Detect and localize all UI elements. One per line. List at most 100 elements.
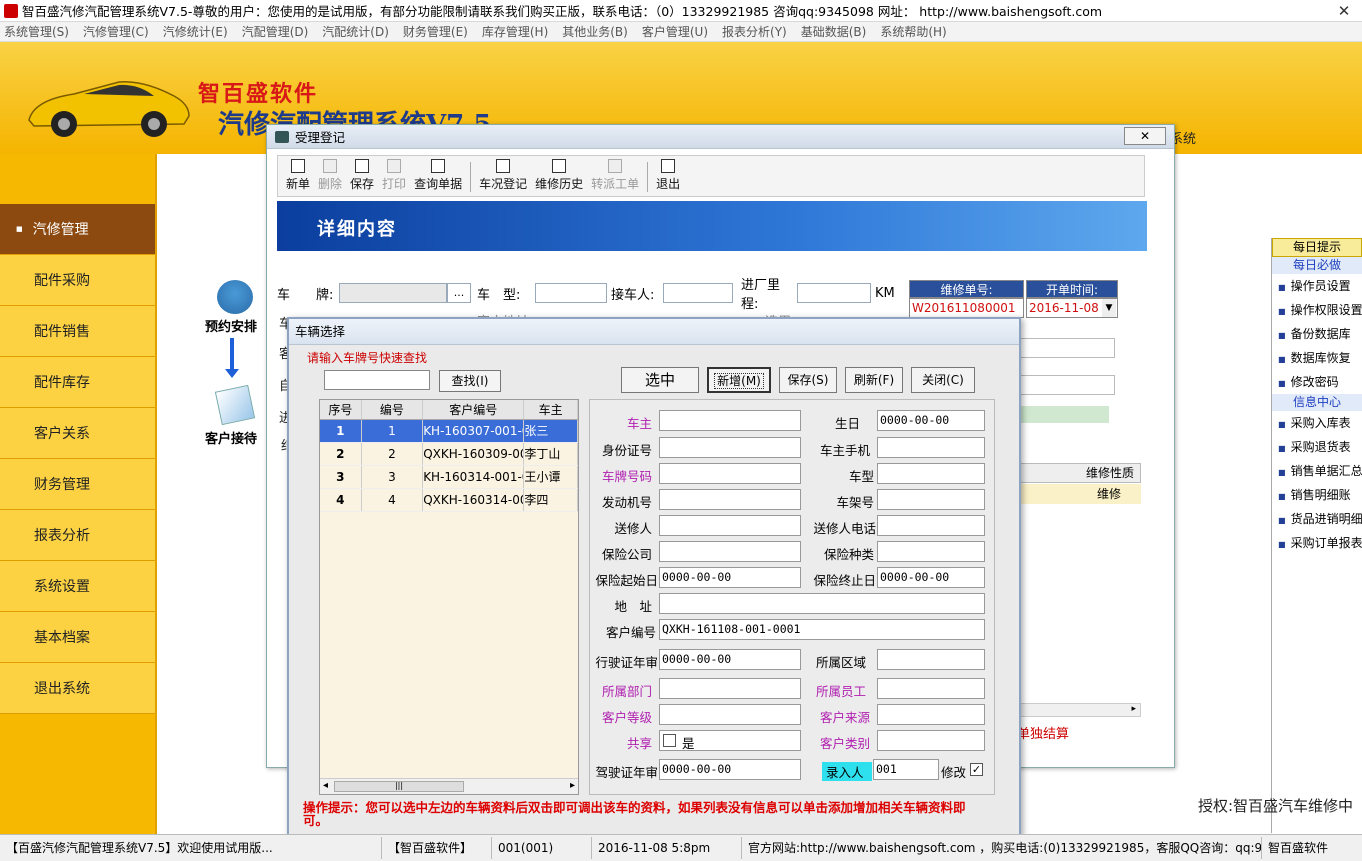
sidebar-item-archives[interactable]: 基本档案 <box>0 612 155 663</box>
repair-type-cell[interactable]: 维修 <box>1017 484 1141 504</box>
link-purchase-in[interactable]: 采购入库表 <box>1272 411 1362 435</box>
link-sales-summary[interactable]: 销售单据汇总 <box>1272 459 1362 483</box>
print-button[interactable]: 打印 <box>378 159 410 196</box>
driver-review-field[interactable]: 0000-00-00 <box>659 759 801 780</box>
car-condition-button[interactable]: 车况登记 <box>475 159 531 196</box>
col-no[interactable]: 编号 <box>362 400 424 419</box>
sidebar-item-reports[interactable]: 报表分析 <box>0 510 155 561</box>
delete-button[interactable]: 删除 <box>314 159 346 196</box>
insurance-type-field[interactable] <box>877 541 985 562</box>
link-sales-detail[interactable]: 销售明细账 <box>1272 483 1362 507</box>
menu-customer[interactable]: 客户管理(U) <box>642 23 708 40</box>
menu-parts-stats[interactable]: 汽配统计(D) <box>322 23 389 40</box>
registration-close-button[interactable]: ✕ <box>1124 127 1166 145</box>
sidebar-item-exit[interactable]: 退出系统 <box>0 663 155 714</box>
link-restore-db[interactable]: 数据库恢复 <box>1272 346 1362 370</box>
plate-field[interactable] <box>339 283 447 303</box>
save-dialog-button[interactable]: 保存(S) <box>779 367 837 393</box>
link-operator-settings[interactable]: 操作员设置 <box>1272 274 1362 298</box>
link-change-password[interactable]: 修改密码 <box>1272 370 1362 394</box>
menu-repair-stats[interactable]: 汽修统计(E) <box>163 23 228 40</box>
staff-field[interactable] <box>877 678 985 699</box>
list-horizontal-scrollbar[interactable]: ◂ ||| ▸ <box>320 778 578 794</box>
model-field[interactable] <box>535 283 607 303</box>
department-field[interactable] <box>659 678 801 699</box>
col-seq[interactable]: 序号 <box>320 400 362 419</box>
close-icon[interactable]: ✕ <box>1332 2 1356 20</box>
add-button[interactable]: 新增(M) <box>707 367 771 393</box>
sidebar-item-customer[interactable]: 客户关系 <box>0 408 155 459</box>
engine-no-field[interactable] <box>659 489 801 510</box>
menu-repair[interactable]: 汽修管理(C) <box>83 23 149 40</box>
link-purchase-order-report[interactable]: 采购订单报表 <box>1272 531 1362 555</box>
menu-inventory[interactable]: 库存管理(H) <box>482 23 548 40</box>
sidebar-item-stock[interactable]: 配件库存 <box>0 357 155 408</box>
plate-search-input[interactable] <box>324 370 430 390</box>
plate-no-field[interactable] <box>659 463 801 484</box>
scroll-left-icon[interactable]: ◂ <box>323 780 328 791</box>
grid-scrollbar[interactable]: ▸ <box>1017 703 1141 717</box>
select-button[interactable]: 选中 <box>621 367 699 393</box>
query-button[interactable]: 查询单据 <box>410 159 466 196</box>
sidebar-item-repair[interactable]: 汽修管理 <box>0 204 155 255</box>
sidebar-item-sales[interactable]: 配件销售 <box>0 306 155 357</box>
table-row[interactable]: 2 2 QXKH-160309-00 李丁山 <box>320 443 578 466</box>
new-button[interactable]: 新单 <box>282 159 314 196</box>
sender-field[interactable] <box>659 515 801 536</box>
birthday-field[interactable]: 0000-00-00 <box>877 410 985 431</box>
dispatch-button[interactable]: 转派工单 <box>587 159 643 196</box>
owner-field[interactable] <box>659 410 801 431</box>
car-model-field[interactable] <box>877 463 985 484</box>
table-row[interactable]: 3 3 KH-160314-001-0 王小谭 <box>320 466 578 489</box>
frame-no-field[interactable] <box>877 489 985 510</box>
license-review-field[interactable]: 0000-00-00 <box>659 649 801 670</box>
modify-checkbox[interactable]: ✓ <box>970 763 983 776</box>
entered-by-field[interactable]: 001 <box>873 759 939 780</box>
menu-system[interactable]: 系统管理(S) <box>4 23 69 40</box>
customer-no-field[interactable]: QXKH-161108-001-0001 <box>659 619 985 640</box>
sidebar-item-purchase[interactable]: 配件采购 <box>0 255 155 306</box>
remark-field-2[interactable] <box>1007 375 1115 395</box>
insurance-start-field[interactable]: 0000-00-00 <box>659 567 801 588</box>
customer-type-field[interactable] <box>877 730 985 751</box>
close-dialog-button[interactable]: 关闭(C) <box>911 367 975 393</box>
mileage-field[interactable] <box>797 283 871 303</box>
menu-help[interactable]: 系统帮助(H) <box>880 23 946 40</box>
insurance-company-field[interactable] <box>659 541 801 562</box>
col-owner[interactable]: 车主 <box>524 400 578 419</box>
exit-button[interactable]: 退出 <box>652 159 684 196</box>
flow-reception[interactable]: 客户接待 <box>205 384 265 447</box>
scroll-thumb[interactable]: ||| <box>334 781 464 792</box>
plate-lookup-button[interactable]: ... <box>447 283 471 303</box>
chevron-down-icon[interactable]: ▼ <box>1102 299 1116 317</box>
menu-finance[interactable]: 财务管理(E) <box>403 23 468 40</box>
insurance-end-field[interactable]: 0000-00-00 <box>877 567 985 588</box>
link-permission-settings[interactable]: 操作权限设置 <box>1272 298 1362 322</box>
remark-field-1[interactable] <box>1007 338 1115 358</box>
customer-level-field[interactable] <box>659 704 801 725</box>
receiver-field[interactable] <box>663 283 733 303</box>
open-time-field[interactable]: 2016-11-08 ▼ <box>1026 298 1118 318</box>
link-goods-detail[interactable]: 货品进销明细 <box>1272 507 1362 531</box>
region-field[interactable] <box>877 649 985 670</box>
refresh-button[interactable]: 刷新(F) <box>845 367 903 393</box>
menu-other[interactable]: 其他业务(B) <box>562 23 628 40</box>
link-purchase-return[interactable]: 采购退货表 <box>1272 435 1362 459</box>
menu-base-data[interactable]: 基础数据(B) <box>801 23 867 40</box>
table-row[interactable]: 1 1 KH-160307-001-0 张三 <box>320 420 578 443</box>
sidebar-item-finance[interactable]: 财务管理 <box>0 459 155 510</box>
flow-appointment[interactable]: 预约安排 <box>205 280 265 335</box>
sidebar-item-settings[interactable]: 系统设置 <box>0 561 155 612</box>
search-button[interactable]: 查找(I) <box>439 370 501 392</box>
menu-parts[interactable]: 汽配管理(D) <box>242 23 309 40</box>
menu-reports[interactable]: 报表分析(Y) <box>722 23 787 40</box>
link-backup-db[interactable]: 备份数据库 <box>1272 322 1362 346</box>
customer-source-field[interactable] <box>877 704 985 725</box>
owner-phone-field[interactable] <box>877 437 985 458</box>
col-cust-no[interactable]: 客户编号 <box>423 400 525 419</box>
table-row[interactable]: 4 4 QXKH-160314-00 李四 <box>320 489 578 512</box>
share-checkbox[interactable] <box>663 734 676 747</box>
scroll-right-icon[interactable]: ▸ <box>570 780 575 791</box>
repair-history-button[interactable]: 维修历史 <box>531 159 587 196</box>
address-field[interactable] <box>659 593 985 614</box>
